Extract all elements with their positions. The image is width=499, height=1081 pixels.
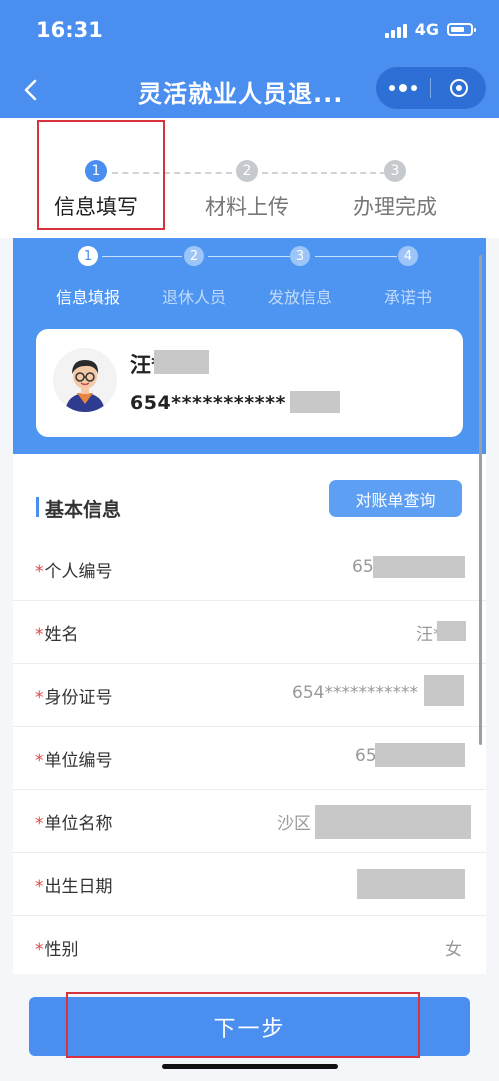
field-label: *出生日期 bbox=[35, 877, 113, 897]
field-label: *单位编号 bbox=[35, 751, 113, 771]
privacy-mask bbox=[373, 556, 465, 578]
sub-step-number: 2 bbox=[184, 246, 204, 266]
step-label: 办理完成 bbox=[353, 195, 437, 219]
field-row-unit-number[interactable]: *单位编号 65 bbox=[13, 727, 486, 790]
sub-step-retiree: 2 退休人员 bbox=[162, 246, 226, 308]
network-type: 4G bbox=[414, 20, 439, 39]
signal-icon bbox=[384, 22, 407, 38]
privacy-mask bbox=[375, 743, 465, 767]
privacy-mask bbox=[437, 621, 466, 641]
status-bar: 16:31 4G bbox=[0, 0, 499, 62]
basic-info-card: 基本信息 对账单查询 *个人编号 65 *姓名 汪* *身份证号 654****… bbox=[13, 454, 486, 974]
privacy-mask bbox=[154, 350, 209, 374]
sub-step-label: 承诺书 bbox=[384, 288, 433, 307]
home-indicator bbox=[162, 1064, 338, 1069]
field-value: 沙区 bbox=[277, 814, 311, 834]
close-mini-program-icon[interactable] bbox=[431, 79, 486, 97]
back-icon[interactable] bbox=[18, 76, 46, 104]
sub-step-number: 3 bbox=[290, 246, 310, 266]
sub-step-pledge: 4 承诺书 bbox=[384, 246, 432, 308]
section-accent-bar bbox=[36, 497, 39, 517]
statement-query-button[interactable]: 对账单查询 bbox=[329, 480, 462, 517]
sub-step-label: 信息填报 bbox=[56, 288, 121, 307]
mini-program-capsule bbox=[376, 67, 486, 109]
privacy-mask bbox=[315, 805, 471, 839]
profile-id-number: 654*********** bbox=[130, 392, 286, 414]
field-row-name[interactable]: *姓名 汪* bbox=[13, 601, 486, 664]
field-label: *身份证号 bbox=[35, 688, 113, 708]
sub-step-number: 1 bbox=[78, 246, 98, 266]
avatar bbox=[53, 348, 117, 412]
field-row-id-number[interactable]: *身份证号 654*********** bbox=[13, 664, 486, 727]
scrollbar[interactable] bbox=[479, 255, 482, 745]
required-mark: * bbox=[35, 562, 44, 582]
field-value: 65 bbox=[355, 746, 377, 766]
status-indicators: 4G bbox=[384, 20, 476, 39]
field-row-gender[interactable]: *性别 女 bbox=[13, 916, 486, 978]
required-mark: * bbox=[35, 688, 44, 708]
section-title: 基本信息 bbox=[45, 499, 122, 521]
status-time: 16:31 bbox=[36, 18, 103, 42]
sub-step-number: 4 bbox=[398, 246, 418, 266]
field-label: *单位名称 bbox=[35, 814, 113, 834]
highlight-box-step bbox=[37, 120, 165, 230]
sub-step-payment: 3 发放信息 bbox=[268, 246, 332, 308]
field-row-personal-number[interactable]: *个人编号 65 bbox=[13, 538, 486, 601]
nav-bar: 灵活就业人员退... bbox=[0, 62, 499, 118]
required-mark: * bbox=[35, 751, 44, 771]
privacy-mask bbox=[290, 391, 340, 413]
privacy-mask bbox=[424, 675, 464, 706]
more-icon[interactable] bbox=[376, 84, 430, 92]
required-mark: * bbox=[35, 625, 44, 645]
highlight-box-next bbox=[66, 992, 420, 1058]
required-mark: * bbox=[35, 814, 44, 834]
field-row-unit-name[interactable]: *单位名称 沙区 bbox=[13, 790, 486, 853]
field-label: *个人编号 bbox=[35, 562, 113, 582]
field-value: 女 bbox=[445, 940, 462, 960]
privacy-mask bbox=[357, 869, 465, 899]
avatar-illustration bbox=[53, 348, 117, 412]
step-complete: 3 办理完成 bbox=[353, 160, 437, 221]
battery-icon bbox=[447, 23, 476, 36]
step-label: 材料上传 bbox=[205, 195, 289, 219]
field-row-birth-date[interactable]: *出生日期 bbox=[13, 853, 486, 916]
sub-step-label: 退休人员 bbox=[162, 288, 227, 307]
page-title: 灵活就业人员退... bbox=[138, 80, 344, 108]
profile-card: 汪* 654*********** bbox=[36, 329, 463, 437]
sub-step-info: 1 信息填报 bbox=[56, 246, 120, 308]
required-mark: * bbox=[35, 877, 44, 897]
field-label: *性别 bbox=[35, 940, 79, 960]
required-mark: * bbox=[35, 940, 44, 960]
step-number: 3 bbox=[384, 160, 406, 182]
field-value: 654*********** bbox=[292, 683, 418, 703]
sub-step-label: 发放信息 bbox=[268, 288, 333, 307]
sub-step-panel: 1 信息填报 2 退休人员 3 发放信息 4 承诺书 汪* 654*******… bbox=[13, 238, 486, 454]
step-material-upload: 2 材料上传 bbox=[205, 160, 289, 221]
step-number: 2 bbox=[236, 160, 258, 182]
field-label: *姓名 bbox=[35, 625, 79, 645]
field-value: 65 bbox=[352, 557, 374, 577]
